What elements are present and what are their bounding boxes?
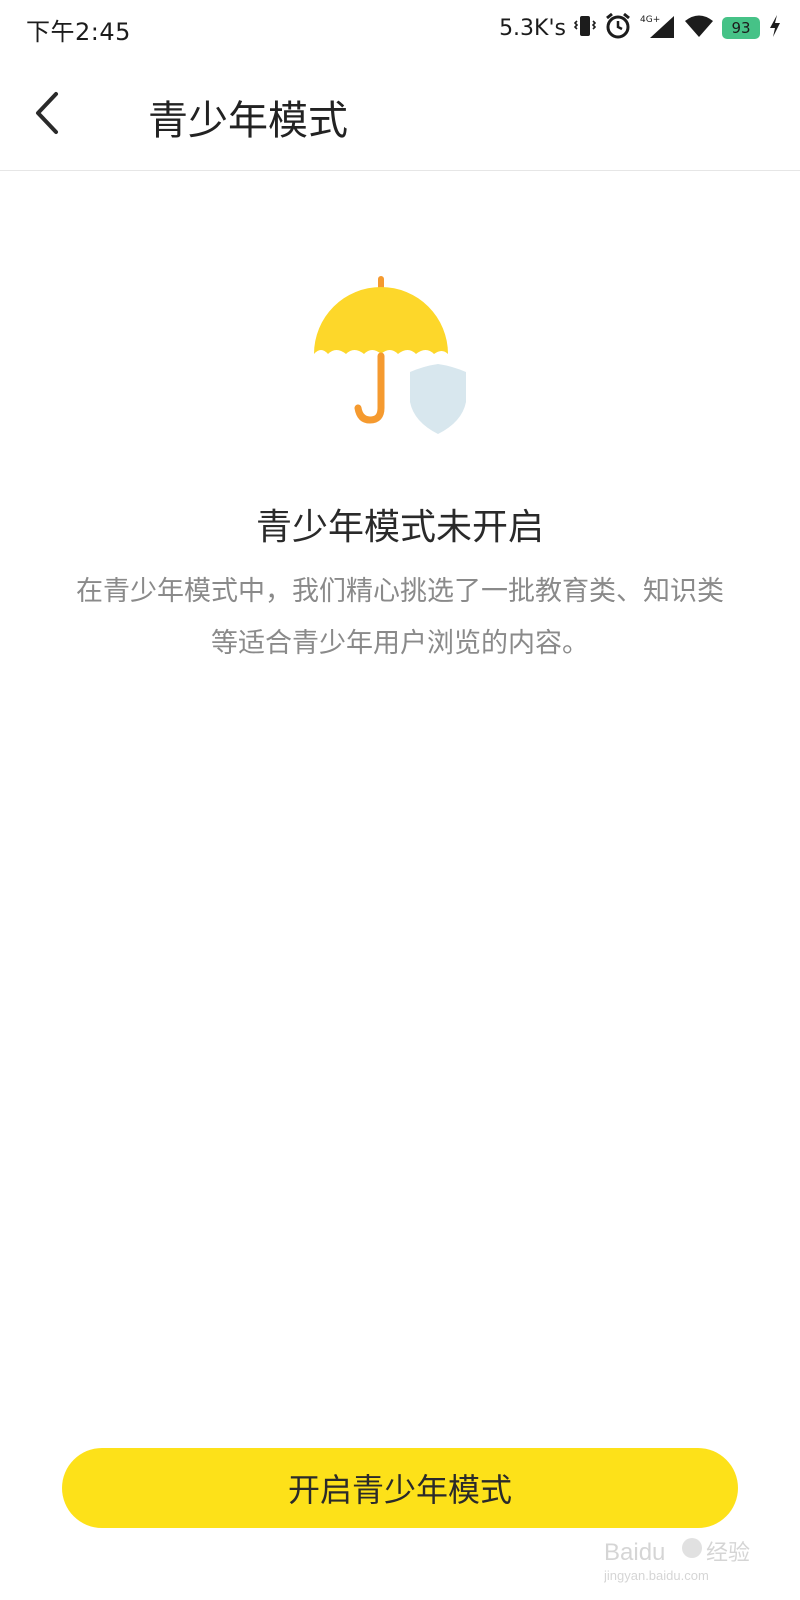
chevron-left-icon [36,92,58,134]
status-bar: 下午2:45 5.3K's 4G+ 93 [0,0,800,58]
page-title: 青少年模式 [148,98,348,144]
battery-icon: 93 [722,17,760,39]
nav-bar: 青少年模式 [0,58,800,171]
watermark-url: jingyan.baidu.com [604,1568,709,1583]
watermark-cn: 经验 [706,1541,750,1566]
baidu-jingyan-watermark: Baidu 经验 jingyan.baidu.com [603,1530,754,1584]
wifi-icon [684,14,714,42]
vibrate-icon [573,13,597,43]
signal-label: 4G+ [640,15,660,25]
back-button[interactable] [24,86,78,140]
network-speed: 5.3K's [499,15,566,41]
enable-teen-mode-button[interactable]: 开启青少年模式 [62,1448,738,1528]
mode-description: 在青少年模式中，我们精心挑选了一批教育类、知识类等适合青少年用户浏览的内容。 [76,576,724,659]
watermark-brand: Baidu [604,1539,665,1566]
umbrella-shield-icon [312,276,482,446]
mode-status-heading: 青少年模式未开启 [255,507,544,548]
status-time: 下午2:45 [26,18,131,46]
status-icons: 5.3K's 4G+ 93 [499,12,782,44]
cell-signal-icon: 4G+ [640,12,676,44]
alarm-icon [604,12,632,44]
charging-icon [768,14,782,42]
battery-level: 93 [731,19,751,37]
